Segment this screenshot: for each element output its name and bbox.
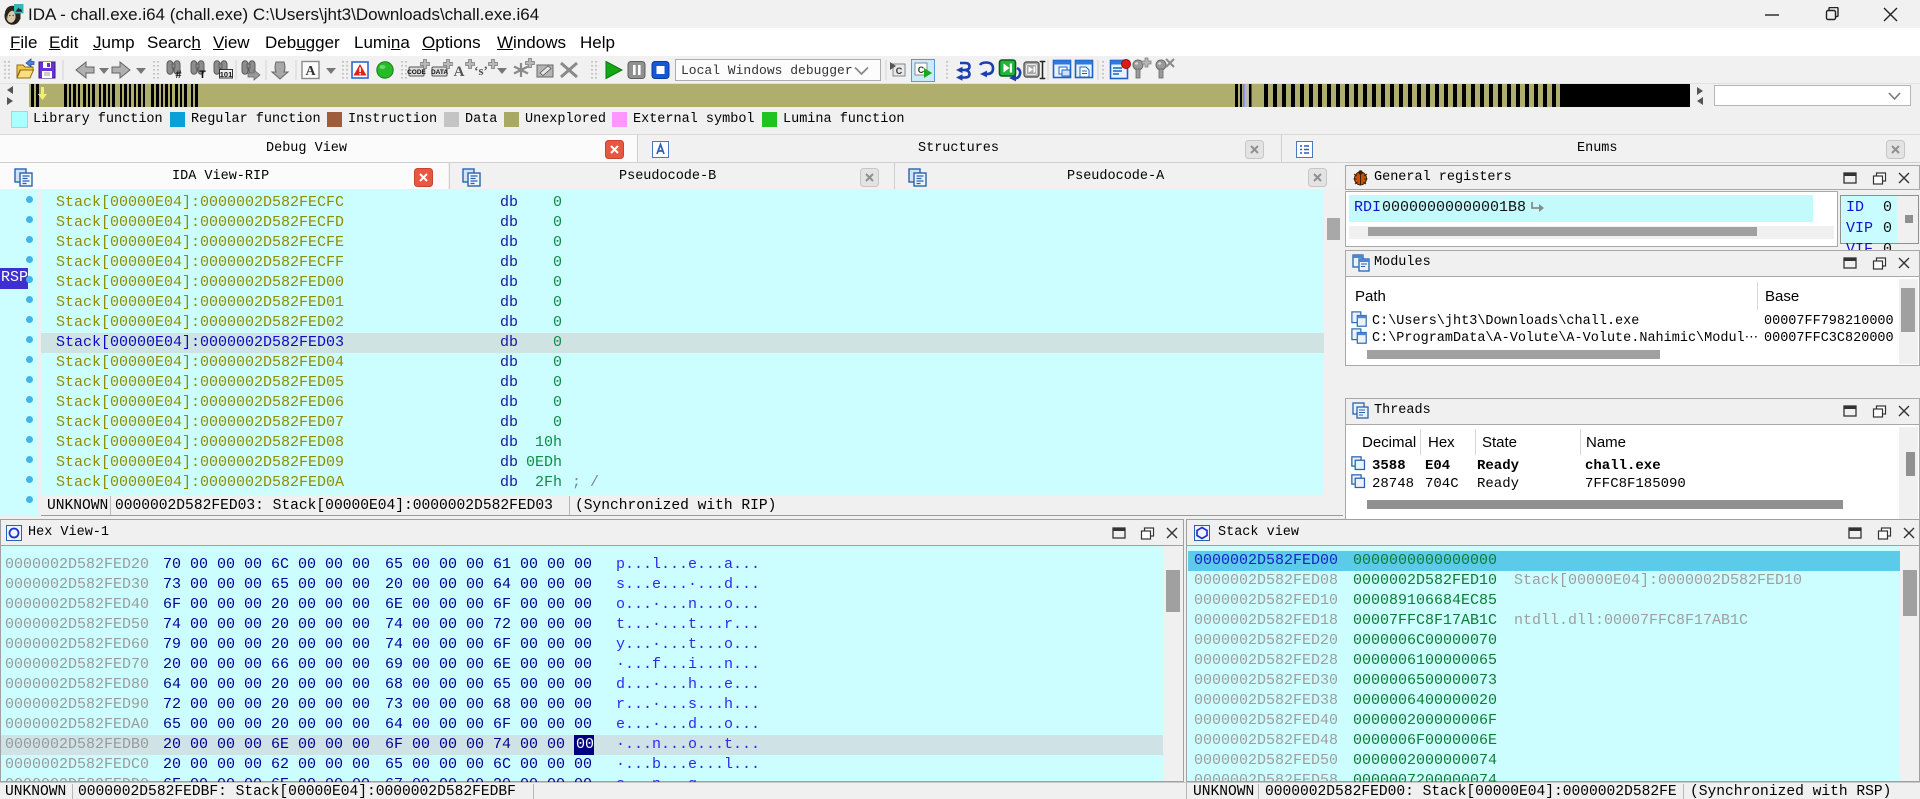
- svg-text:DATA: DATA: [431, 69, 448, 76]
- svg-text:C: C: [896, 66, 903, 76]
- svg-text:A: A: [454, 64, 465, 80]
- svg-text:CODE: CODE: [407, 69, 426, 76]
- svg-text:101: 101: [220, 70, 233, 79]
- svg-text:‘s’: ‘s’: [474, 63, 488, 78]
- svg-text:C: C: [918, 65, 925, 75]
- svg-text:T: T: [199, 69, 206, 81]
- svg-text:#: #: [175, 69, 181, 81]
- svg-text:Local Windows debugger: Local Windows debugger: [681, 63, 853, 78]
- svg-text:A: A: [305, 64, 316, 79]
